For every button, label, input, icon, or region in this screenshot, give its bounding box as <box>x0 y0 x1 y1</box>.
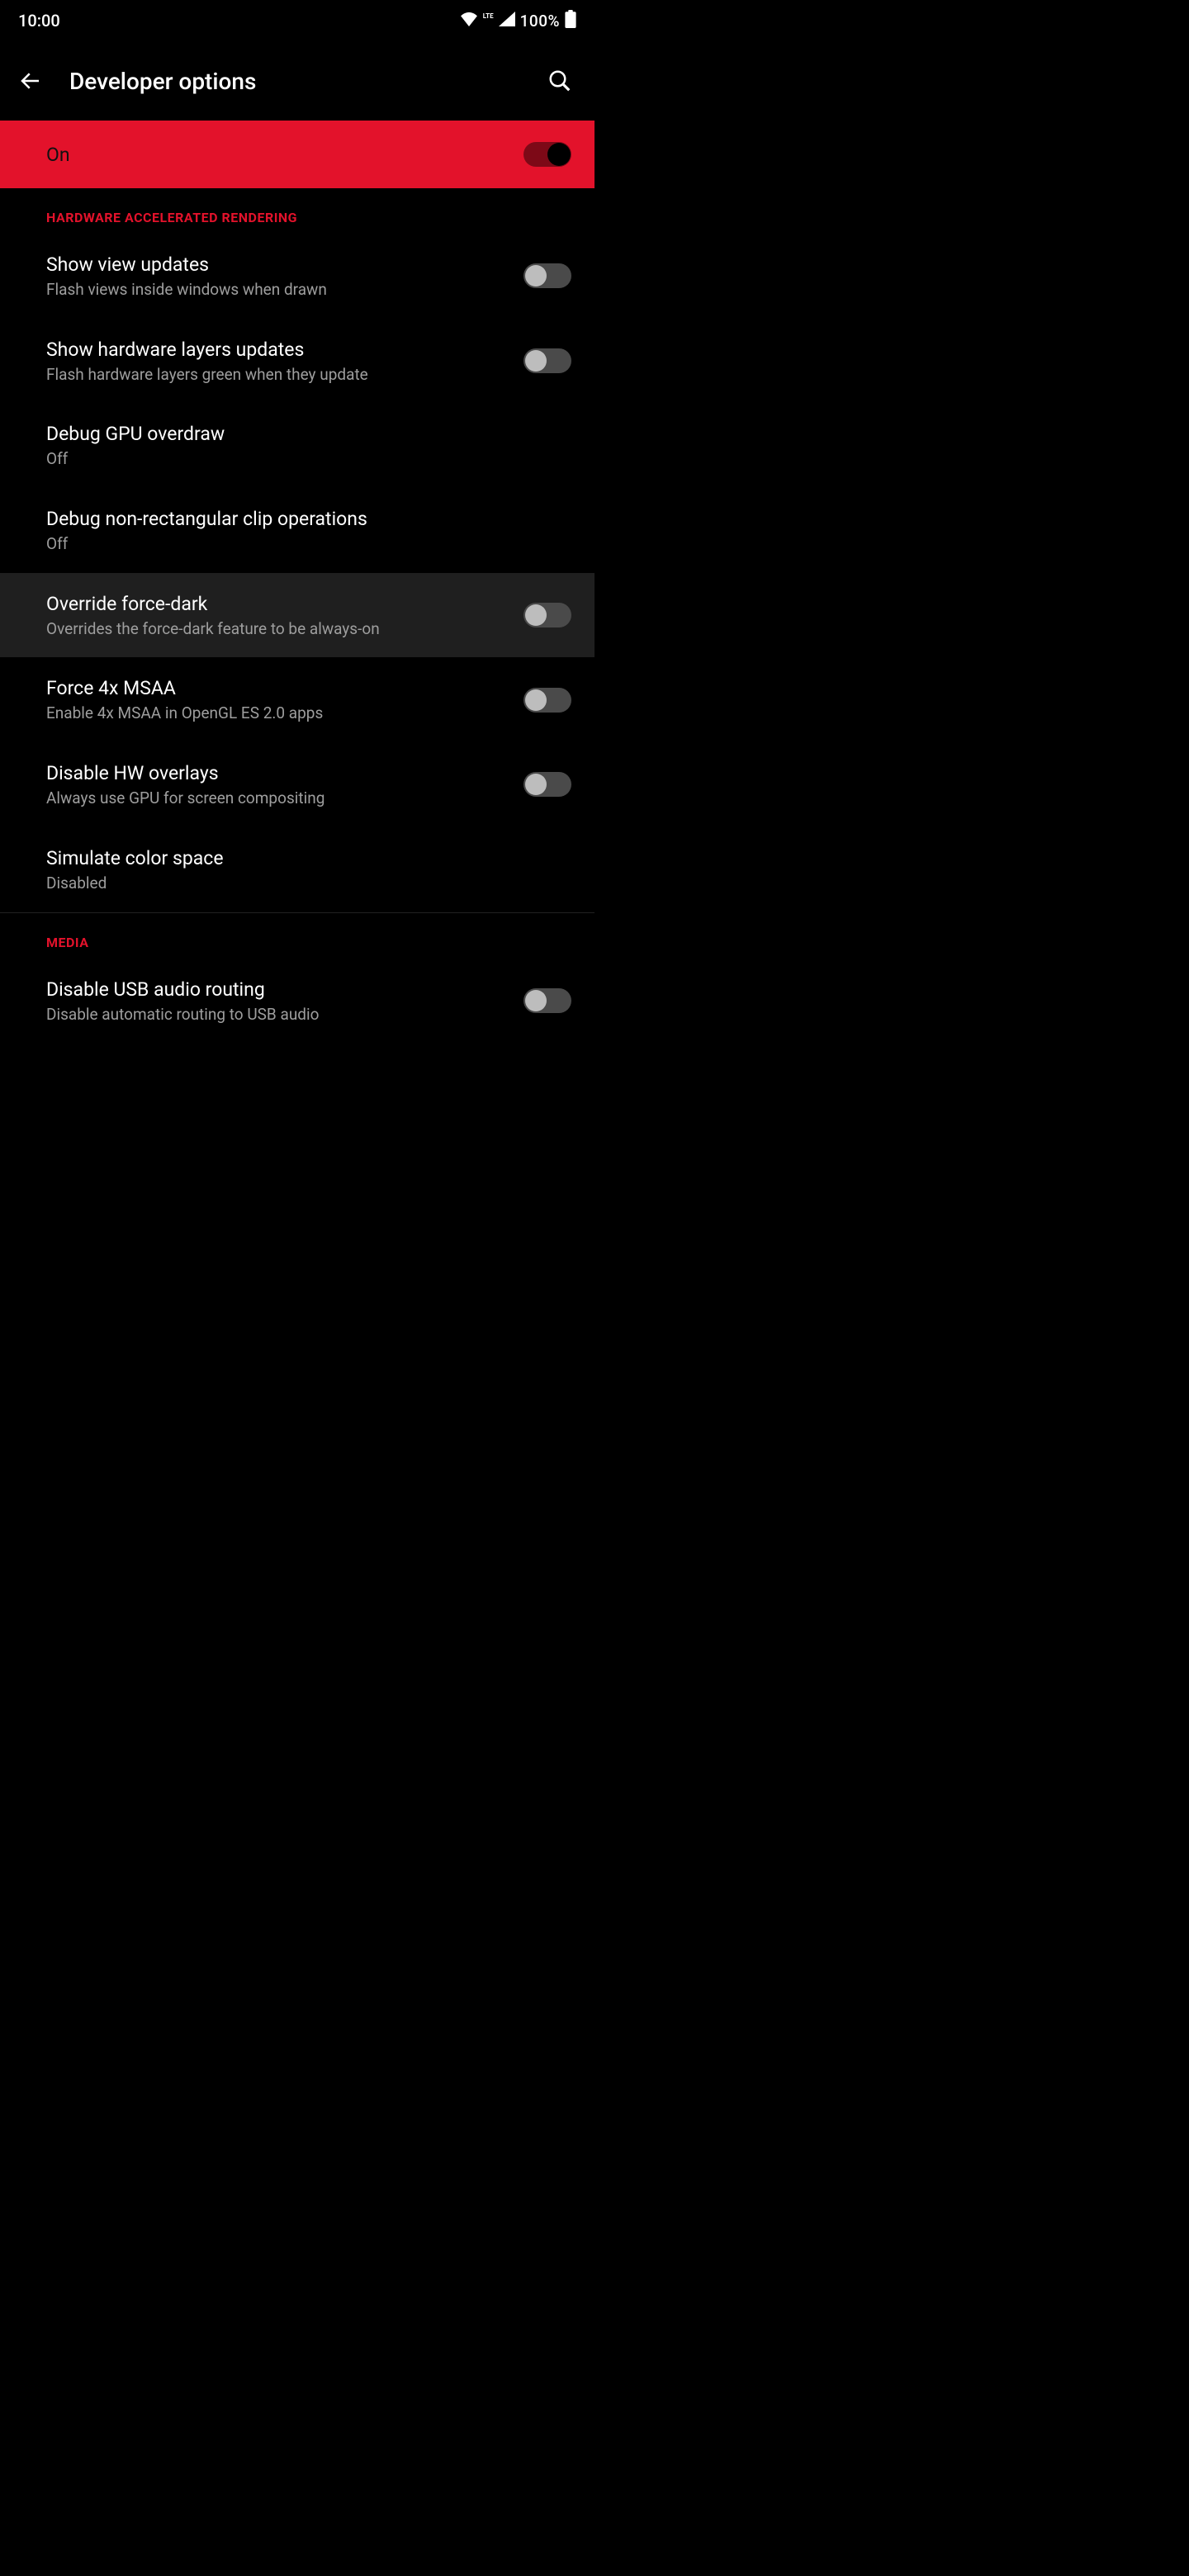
toggle-override-force-dark[interactable] <box>523 603 571 627</box>
row-text: Override force-dark Overrides the force-… <box>46 591 507 640</box>
search-icon <box>547 69 572 93</box>
wifi-icon <box>460 11 478 31</box>
row-simulate-color-space[interactable]: Simulate color space Disabled <box>0 827 594 912</box>
master-toggle-label: On <box>46 144 523 166</box>
row-subtitle: Disable automatic routing to USB audio <box>46 1004 507 1025</box>
toggle-disable-hw-overlays[interactable] <box>523 772 571 797</box>
row-disable-usb-audio-routing[interactable]: Disable USB audio routing Disable automa… <box>0 959 594 1044</box>
row-text: Show view updates Flash views inside win… <box>46 252 507 301</box>
row-disable-hw-overlays[interactable]: Disable HW overlays Always use GPU for s… <box>0 742 594 827</box>
row-text: Debug non-rectangular clip operations Of… <box>46 506 571 555</box>
row-subtitle: Always use GPU for screen compositing <box>46 788 507 809</box>
toggle-show-view-updates[interactable] <box>523 263 571 288</box>
row-text: Force 4x MSAA Enable 4x MSAA in OpenGL E… <box>46 675 507 724</box>
back-button[interactable] <box>15 65 46 97</box>
row-debug-gpu-overdraw[interactable]: Debug GPU overdraw Off <box>0 403 594 488</box>
section-header-hardware-rendering: HARDWARE ACCELERATED RENDERING <box>0 188 594 234</box>
row-title: Simulate color space <box>46 845 571 871</box>
switch-knob <box>525 350 547 372</box>
row-title: Disable USB audio routing <box>46 977 507 1002</box>
status-bar: 10:00 LTE 100% <box>0 0 594 41</box>
lte-label: LTE <box>483 13 494 20</box>
switch-knob <box>525 774 547 795</box>
row-title: Show hardware layers updates <box>46 337 507 362</box>
row-title: Override force-dark <box>46 591 507 617</box>
row-subtitle: Off <box>46 448 571 470</box>
arrow-left-icon <box>18 69 43 93</box>
row-text: Disable HW overlays Always use GPU for s… <box>46 760 507 809</box>
row-title: Force 4x MSAA <box>46 675 507 701</box>
switch-knob <box>525 604 547 626</box>
master-switch[interactable] <box>523 142 571 167</box>
row-subtitle: Off <box>46 533 571 555</box>
section-header-media: MEDIA <box>0 913 594 959</box>
clock-text: 10:00 <box>18 11 60 31</box>
row-subtitle: Flash views inside windows when drawn <box>46 279 507 301</box>
row-subtitle: Flash hardware layers green when they up… <box>46 364 507 386</box>
app-bar: Developer options <box>0 41 594 121</box>
battery-icon <box>565 10 576 32</box>
row-subtitle: Disabled <box>46 873 571 894</box>
search-button[interactable] <box>543 64 576 97</box>
row-show-view-updates[interactable]: Show view updates Flash views inside win… <box>0 234 594 319</box>
row-text: Debug GPU overdraw Off <box>46 421 571 470</box>
status-indicators: LTE 100% <box>460 10 576 32</box>
row-show-hw-layers-updates[interactable]: Show hardware layers updates Flash hardw… <box>0 319 594 404</box>
row-subtitle: Overrides the force-dark feature to be a… <box>46 618 507 640</box>
status-time: 10:00 <box>18 11 60 31</box>
cell-signal-icon <box>499 11 515 31</box>
switch-knob <box>525 265 547 286</box>
row-title: Debug non-rectangular clip operations <box>46 506 571 532</box>
toggle-show-hw-layers-updates[interactable] <box>523 348 571 373</box>
row-title: Show view updates <box>46 252 507 277</box>
row-title: Debug GPU overdraw <box>46 421 571 447</box>
toggle-disable-usb-audio-routing[interactable] <box>523 988 571 1013</box>
switch-knob <box>525 689 547 711</box>
row-text: Simulate color space Disabled <box>46 845 571 894</box>
developer-options-master-toggle[interactable]: On <box>0 121 594 188</box>
battery-percentage: 100% <box>520 12 560 31</box>
switch-knob <box>525 990 547 1011</box>
row-text: Show hardware layers updates Flash hardw… <box>46 337 507 386</box>
row-title: Disable HW overlays <box>46 760 507 786</box>
row-force-4x-msaa[interactable]: Force 4x MSAA Enable 4x MSAA in OpenGL E… <box>0 657 594 742</box>
switch-knob <box>547 143 571 166</box>
row-text: Disable USB audio routing Disable automa… <box>46 977 507 1025</box>
row-override-force-dark[interactable]: Override force-dark Overrides the force-… <box>0 573 594 658</box>
toggle-force-4x-msaa[interactable] <box>523 688 571 713</box>
row-subtitle: Enable 4x MSAA in OpenGL ES 2.0 apps <box>46 703 507 724</box>
row-debug-clip-ops[interactable]: Debug non-rectangular clip operations Of… <box>0 488 594 573</box>
page-title: Developer options <box>69 68 520 95</box>
